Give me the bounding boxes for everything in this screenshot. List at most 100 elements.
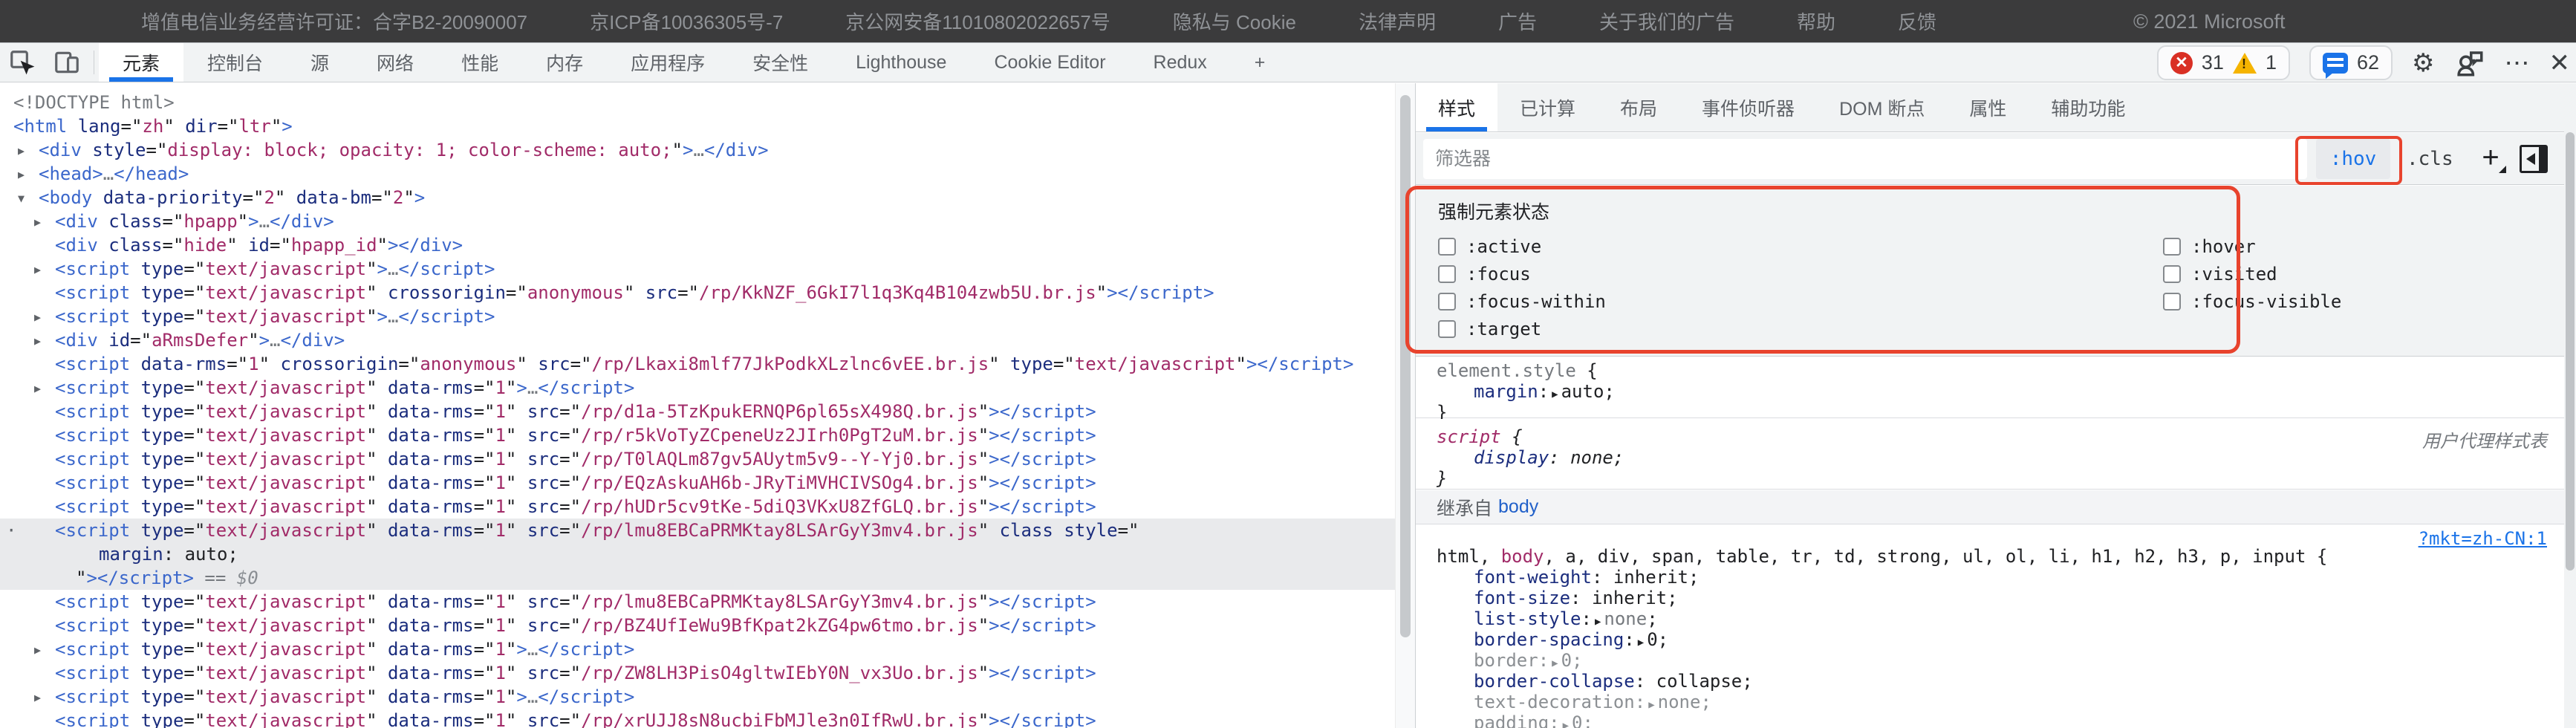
expand-shorthand-icon[interactable]: ▶ (1549, 389, 1561, 400)
checkbox-focus-visible[interactable] (2163, 293, 2181, 311)
styles-tab-辅助功能[interactable]: 辅助功能 (2029, 83, 2147, 131)
script-rule[interactable]: 用户代理样式表 script { display: none; } (1416, 419, 2576, 490)
expand-arrow-icon[interactable]: ▶ (34, 210, 41, 234)
expand-arrow-icon[interactable]: ▶ (18, 139, 25, 163)
main-tab-源[interactable]: 源 (287, 43, 353, 82)
dom-tree-line[interactable]: <div class="hide" id="hpapp_id"></div> (0, 233, 1395, 257)
dom-tree-line[interactable]: <script type="text/javascript" crossorig… (0, 281, 1395, 305)
checkbox-focus-within[interactable] (1438, 293, 1456, 311)
expand-shorthand-icon[interactable]: ▶ (1645, 699, 1657, 711)
issues-badge[interactable]: ✕ 31 1 (2157, 45, 2290, 80)
expand-shorthand-icon[interactable]: ▶ (1592, 616, 1604, 628)
stylesheet-source-link[interactable]: ?mkt=zh-CN:1 (2419, 528, 2547, 549)
css-property-padding[interactable]: padding:▶0; (1437, 712, 2576, 728)
css-property-text-decoration[interactable]: text-decoration:▶none; (1437, 692, 2576, 712)
main-tab-控制台[interactable]: 控制台 (183, 43, 287, 82)
footer-link[interactable]: 关于我们的广告 (1599, 7, 1734, 35)
settings-gear-icon[interactable]: ⚙ (2412, 48, 2434, 78)
dom-tree-line[interactable]: <script type="text/javascript" data-rms=… (0, 614, 1395, 637)
styles-tab-布局[interactable]: 布局 (1598, 83, 1679, 131)
dom-tree-line[interactable]: <!DOCTYPE html> (0, 91, 1395, 114)
checkbox-active[interactable] (1438, 238, 1456, 256)
main-tab-网络[interactable]: 网络 (353, 43, 438, 82)
main-tab-安全性[interactable]: 安全性 (729, 43, 832, 82)
checkbox-target[interactable] (1438, 320, 1456, 338)
dom-tree-line[interactable]: <script type="text/javascript" data-rms=… (0, 495, 1395, 519)
css-property-border-collapse[interactable]: border-collapse: collapse; (1437, 671, 2576, 692)
css-property-display[interactable]: display: none; (1437, 447, 2576, 468)
add-style-rule-button[interactable]: + (2473, 136, 2508, 179)
more-options-icon[interactable]: ⋯ (2505, 48, 2530, 78)
expand-arrow-icon[interactable]: ▶ (34, 686, 41, 709)
dom-tree-line[interactable]: ▶<div style="display: block; opacity: 1;… (0, 138, 1395, 162)
dom-tree-panel[interactable]: <!DOCTYPE html><html lang="zh" dir="ltr"… (0, 83, 1395, 728)
styles-tab-dom-断点[interactable]: DOM 断点 (1817, 83, 1947, 131)
dom-tree-line[interactable]: <script type="text/javascript" data-rms=… (0, 709, 1395, 728)
pseudo-state-toggle[interactable]: :hov (2316, 139, 2390, 179)
element-style-rule[interactable]: element.style { margin:▶auto; } (1416, 357, 2576, 418)
scrollbar-thumb[interactable] (2566, 132, 2575, 571)
footer-link[interactable]: 法律声明 (1359, 7, 1436, 35)
left-panel-scrollbar[interactable] (1395, 83, 1415, 728)
dom-tree-line[interactable]: margin: auto; (0, 542, 1395, 566)
footer-link[interactable]: 反馈 (1898, 7, 1936, 35)
main-tab-+[interactable]: + (1231, 43, 1289, 82)
main-tab-内存[interactable]: 内存 (522, 43, 607, 82)
styles-tab-已计算[interactable]: 已计算 (1497, 83, 1598, 131)
dom-tree-line[interactable]: <script data-rms="1" crossorigin="anonym… (0, 352, 1395, 376)
styles-tab-样式[interactable]: 样式 (1416, 83, 1497, 131)
inherited-rule[interactable]: ?mkt=zh-CN:1 html, body, a, div, span, t… (1416, 525, 2576, 728)
dom-tree-line[interactable]: ▶<script type="text/javascript" data-rms… (0, 376, 1395, 400)
styles-tab-事件侦听器[interactable]: 事件侦听器 (1679, 83, 1817, 131)
css-property-border[interactable]: border:▶0; (1437, 650, 2576, 671)
dom-tree-line[interactable]: ▶<head>…</head> (0, 162, 1395, 186)
device-toolbar-icon[interactable] (45, 43, 89, 82)
styles-tab-属性[interactable]: 属性 (1947, 83, 2029, 131)
dom-tree-line[interactable]: <script type="text/javascript" data-rms=… (0, 471, 1395, 495)
collapse-arrow-icon[interactable]: ▼ (18, 186, 25, 210)
feedback-icon[interactable] (2454, 48, 2485, 79)
dom-tree-line[interactable]: <script type="text/javascript" data-rms=… (0, 447, 1395, 471)
expand-arrow-icon[interactable]: ▶ (34, 258, 41, 282)
filter-input[interactable] (1423, 139, 2307, 179)
footer-link[interactable]: 广告 (1498, 7, 1537, 35)
css-property-font-size[interactable]: font-size: inherit; (1437, 588, 2576, 608)
dom-tree-line[interactable]: <html lang="zh" dir="ltr"> (0, 114, 1395, 138)
checkbox-hover[interactable] (2163, 238, 2181, 256)
css-property-border-spacing[interactable]: border-spacing:▶0; (1437, 629, 2576, 650)
expand-arrow-icon[interactable]: ▶ (18, 163, 25, 186)
rule-selector[interactable]: script (1437, 426, 1501, 447)
inspect-element-icon[interactable] (0, 43, 45, 82)
main-tab-性能[interactable]: 性能 (438, 43, 522, 82)
main-tab-lighthouse[interactable]: Lighthouse (832, 43, 970, 82)
class-toggle[interactable]: .cls (2407, 139, 2453, 179)
close-devtools-icon[interactable]: ✕ (2549, 48, 2571, 78)
toggle-sidebar-icon[interactable] (2520, 145, 2548, 173)
rule-selector[interactable]: element.style (1437, 360, 1576, 381)
expand-arrow-icon[interactable]: ▶ (34, 329, 41, 353)
footer-link[interactable]: 帮助 (1797, 7, 1835, 35)
expand-arrow-icon[interactable]: ▶ (34, 638, 41, 662)
css-property-list-style[interactable]: list-style:▶none; (1437, 608, 2576, 629)
footer-link[interactable]: 增值电信业务经营许可证：合字B2-20090007 (141, 7, 527, 35)
expand-arrow-icon[interactable]: ▶ (34, 377, 41, 400)
inherited-from-link[interactable]: body (1498, 496, 1538, 518)
checkbox-visited[interactable] (2163, 265, 2181, 283)
dom-tree-line[interactable]: ▶<script type="text/javascript">…</scrip… (0, 257, 1395, 281)
checkbox-focus[interactable] (1438, 265, 1456, 283)
footer-link[interactable]: 京公网安备11010802022657号 (845, 7, 1110, 35)
messages-badge[interactable]: 62 (2309, 45, 2393, 80)
dom-tree-line[interactable]: <script type="text/javascript" data-rms=… (0, 400, 1395, 423)
dom-tree-line[interactable]: ▼<body data-priority="2" data-bm="2"> (0, 186, 1395, 209)
footer-link[interactable]: 隐私与 Cookie (1173, 7, 1296, 35)
dom-tree-line[interactable]: ▶<script type="text/javascript">…</scrip… (0, 305, 1395, 328)
dom-tree-line[interactable]: <script type="text/javascript" data-rms=… (0, 423, 1395, 447)
dom-tree-line[interactable]: ·<script type="text/javascript" data-rms… (0, 519, 1395, 542)
dom-tree-line[interactable]: <script type="text/javascript" data-rms=… (0, 590, 1395, 614)
expand-shorthand-icon[interactable]: ▶ (1635, 637, 1647, 649)
dom-tree-line[interactable]: ▶<div id="aRmsDefer">…</div> (0, 328, 1395, 352)
expand-arrow-icon[interactable]: ▶ (34, 305, 41, 329)
dom-tree-line[interactable]: ▶<div class="hpapp">…</div> (0, 209, 1395, 233)
dom-tree-line[interactable]: <script type="text/javascript" data-rms=… (0, 661, 1395, 685)
dom-tree-line[interactable]: ▶<script type="text/javascript" data-rms… (0, 685, 1395, 709)
